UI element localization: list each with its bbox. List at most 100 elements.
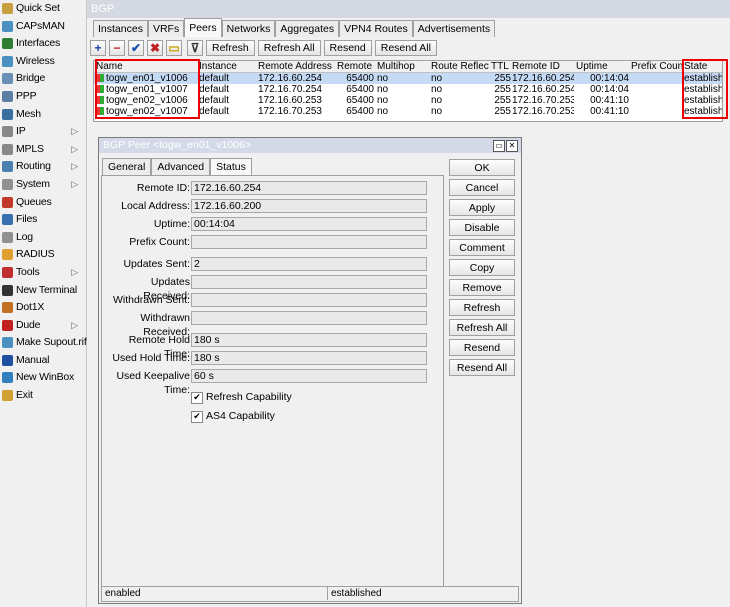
tab-peers[interactable]: Peers [184, 18, 222, 37]
tab-vpn4-routes[interactable]: VPN4 Routes [339, 20, 413, 37]
sidebar-item-label: CAPsMAN [16, 19, 65, 32]
tab-networks[interactable]: Networks [221, 20, 276, 37]
refresh-button[interactable]: Refresh [449, 299, 515, 316]
tab-advertisements[interactable]: Advertisements [412, 20, 496, 37]
apply-button[interactable]: Apply [449, 199, 515, 216]
field-updates-received [191, 275, 427, 289]
sidebar-item-make-supout-rif[interactable]: Make Supout.rif [0, 334, 87, 352]
comment-button[interactable]: ▭ [166, 40, 182, 56]
column-header[interactable]: Multihop [377, 61, 427, 72]
resend-button[interactable]: Resend [449, 339, 515, 356]
capsman-icon [2, 20, 13, 32]
sidebar-item-label: RADIUS [16, 248, 55, 261]
resend-all-button[interactable]: Resend All [374, 40, 437, 56]
filter-icon: ⊽ [190, 40, 200, 55]
sidebar-item-new-terminal[interactable]: New Terminal [0, 282, 86, 300]
sidebar-item-ip[interactable]: IP ▷ [0, 123, 86, 141]
dialog-tab-general[interactable]: General [102, 158, 152, 175]
sidebar-item-dot1x[interactable]: Dot1X [0, 299, 86, 317]
sidebar-item-ppp[interactable]: PPP [0, 88, 86, 106]
sidebar-item-mesh[interactable]: Mesh [0, 106, 86, 124]
refresh-all-button[interactable]: Refresh All [257, 40, 321, 56]
cell-name: togw_en01_v1007 [96, 84, 196, 95]
remove-button[interactable]: Remove [449, 279, 515, 296]
checkbox-label: Refresh Capability [206, 391, 292, 403]
remove-button[interactable]: − [109, 40, 125, 56]
column-header[interactable]: Name [96, 61, 196, 72]
sidebar-item-quick-set[interactable]: Quick Set [0, 0, 86, 18]
restore-icon[interactable]: ▭ [493, 140, 505, 152]
sidebar-item-dude[interactable]: Dude ▷ [0, 317, 86, 335]
field-withdrawn-sent [191, 293, 427, 307]
sidebar-item-queues[interactable]: Queues [0, 194, 86, 212]
wand-icon [2, 3, 13, 14]
sidebar-item-label: Exit [16, 389, 33, 402]
dialog-title: BGP Peer <togw_en01_v1006> ▭ ✕ [99, 138, 521, 153]
sidebar-item-system[interactable]: System ▷ [0, 176, 86, 194]
cell-multihop: no [377, 106, 389, 117]
sidebar-item-radius[interactable]: RADIUS [0, 246, 86, 264]
column-header[interactable]: Uptime [576, 61, 629, 72]
filter-button[interactable]: ⊽ [187, 40, 203, 56]
sidebar-item-wireless[interactable]: Wireless [0, 53, 86, 71]
enable-button[interactable]: ✔ [128, 40, 144, 56]
field-prefix-count [191, 235, 427, 249]
dialog-tab-status[interactable]: Status [210, 158, 252, 175]
sidebar-item-bridge[interactable]: Bridge [0, 70, 86, 88]
tab-instances[interactable]: Instances [93, 20, 148, 37]
sidebar-item-files[interactable]: Files [0, 211, 86, 229]
disable-button[interactable]: ✖ [147, 40, 163, 56]
add-button[interactable]: + [90, 40, 106, 56]
field-used-hold-time: 180 s [191, 351, 427, 365]
column-header[interactable]: Remote ID [512, 61, 574, 72]
copy-button[interactable]: Copy [449, 259, 515, 276]
refresh-button[interactable]: Refresh [206, 40, 255, 56]
table-row[interactable]: togw_en01_v1007 default 172.16.70.254 65400… [94, 84, 722, 95]
cell-ttl: 255 [494, 95, 511, 106]
table-header: NameInstanceRemote AddressRemote ASMulti… [94, 61, 722, 73]
cell-ttl: 255 [494, 73, 511, 84]
sidebar-item-label: Dude [16, 318, 41, 331]
sidebar-item-label: New Terminal [16, 283, 78, 296]
sidebar-item-exit[interactable]: Exit [0, 387, 86, 405]
sidebar-item-routing[interactable]: Routing ▷ [0, 158, 86, 176]
sidebar-item-label: Routing [16, 160, 51, 173]
sidebar-item-label: Make Supout.rif [16, 336, 87, 349]
sidebar-item-label: Log [16, 230, 33, 243]
table-row[interactable]: togw_en01_v1006 default 172.16.60.254 65400… [94, 73, 722, 84]
column-header[interactable]: Instance [199, 61, 255, 72]
sidebar-item-label: Interfaces [16, 37, 61, 50]
sidebar-item-tools[interactable]: Tools ▷ [0, 264, 86, 282]
checkbox-as4-capability[interactable]: ✔ AS4 Capability [191, 410, 275, 423]
tab-aggregates[interactable]: Aggregates [275, 20, 340, 37]
refresh-all-button[interactable]: Refresh All [449, 319, 515, 336]
sidebar-item-new-winbox[interactable]: New WinBox [0, 369, 86, 387]
dialog-tab-advanced[interactable]: Advanced [151, 158, 211, 175]
field-label: Remote ID: [136, 182, 190, 194]
comment-button[interactable]: Comment [449, 239, 515, 256]
sidebar-item-manual[interactable]: Manual [0, 352, 86, 370]
column-header[interactable]: Route Reflect [431, 61, 489, 72]
resend-all-button[interactable]: Resend All [449, 359, 515, 376]
column-header[interactable]: TTL [491, 61, 511, 72]
sidebar-item-capsman[interactable]: CAPsMAN [0, 18, 86, 36]
column-header[interactable]: Prefix Count [631, 61, 683, 72]
table-row[interactable]: togw_en02_v1006 default 172.16.60.253 65400… [94, 95, 722, 106]
disable-button[interactable]: Disable [449, 219, 515, 236]
table-row[interactable]: togw_en02_v1007 default 172.16.70.253 65400… [94, 106, 722, 117]
cancel-button[interactable]: Cancel [449, 179, 515, 196]
sidebar-item-log[interactable]: Log [0, 229, 86, 247]
close-icon[interactable]: ✕ [506, 140, 518, 152]
tab-vrfs[interactable]: VRFs [147, 20, 185, 37]
checkbox-refresh-capability[interactable]: ✔ Refresh Capability [191, 391, 292, 404]
sidebar-item-label: Quick Set [16, 2, 60, 14]
peer-name: togw_en02_v1007 [106, 106, 188, 117]
column-header[interactable]: Remote AS [337, 61, 374, 72]
resend-button[interactable]: Resend [323, 40, 372, 56]
sidebar-item-interfaces[interactable]: Interfaces [0, 35, 86, 53]
column-header[interactable]: Remote Address [258, 61, 334, 72]
ok-button[interactable]: OK [449, 159, 515, 176]
sidebar-item-mpls[interactable]: MPLS ▷ [0, 141, 86, 159]
column-header[interactable]: State [684, 61, 722, 72]
files-icon [2, 214, 13, 226]
